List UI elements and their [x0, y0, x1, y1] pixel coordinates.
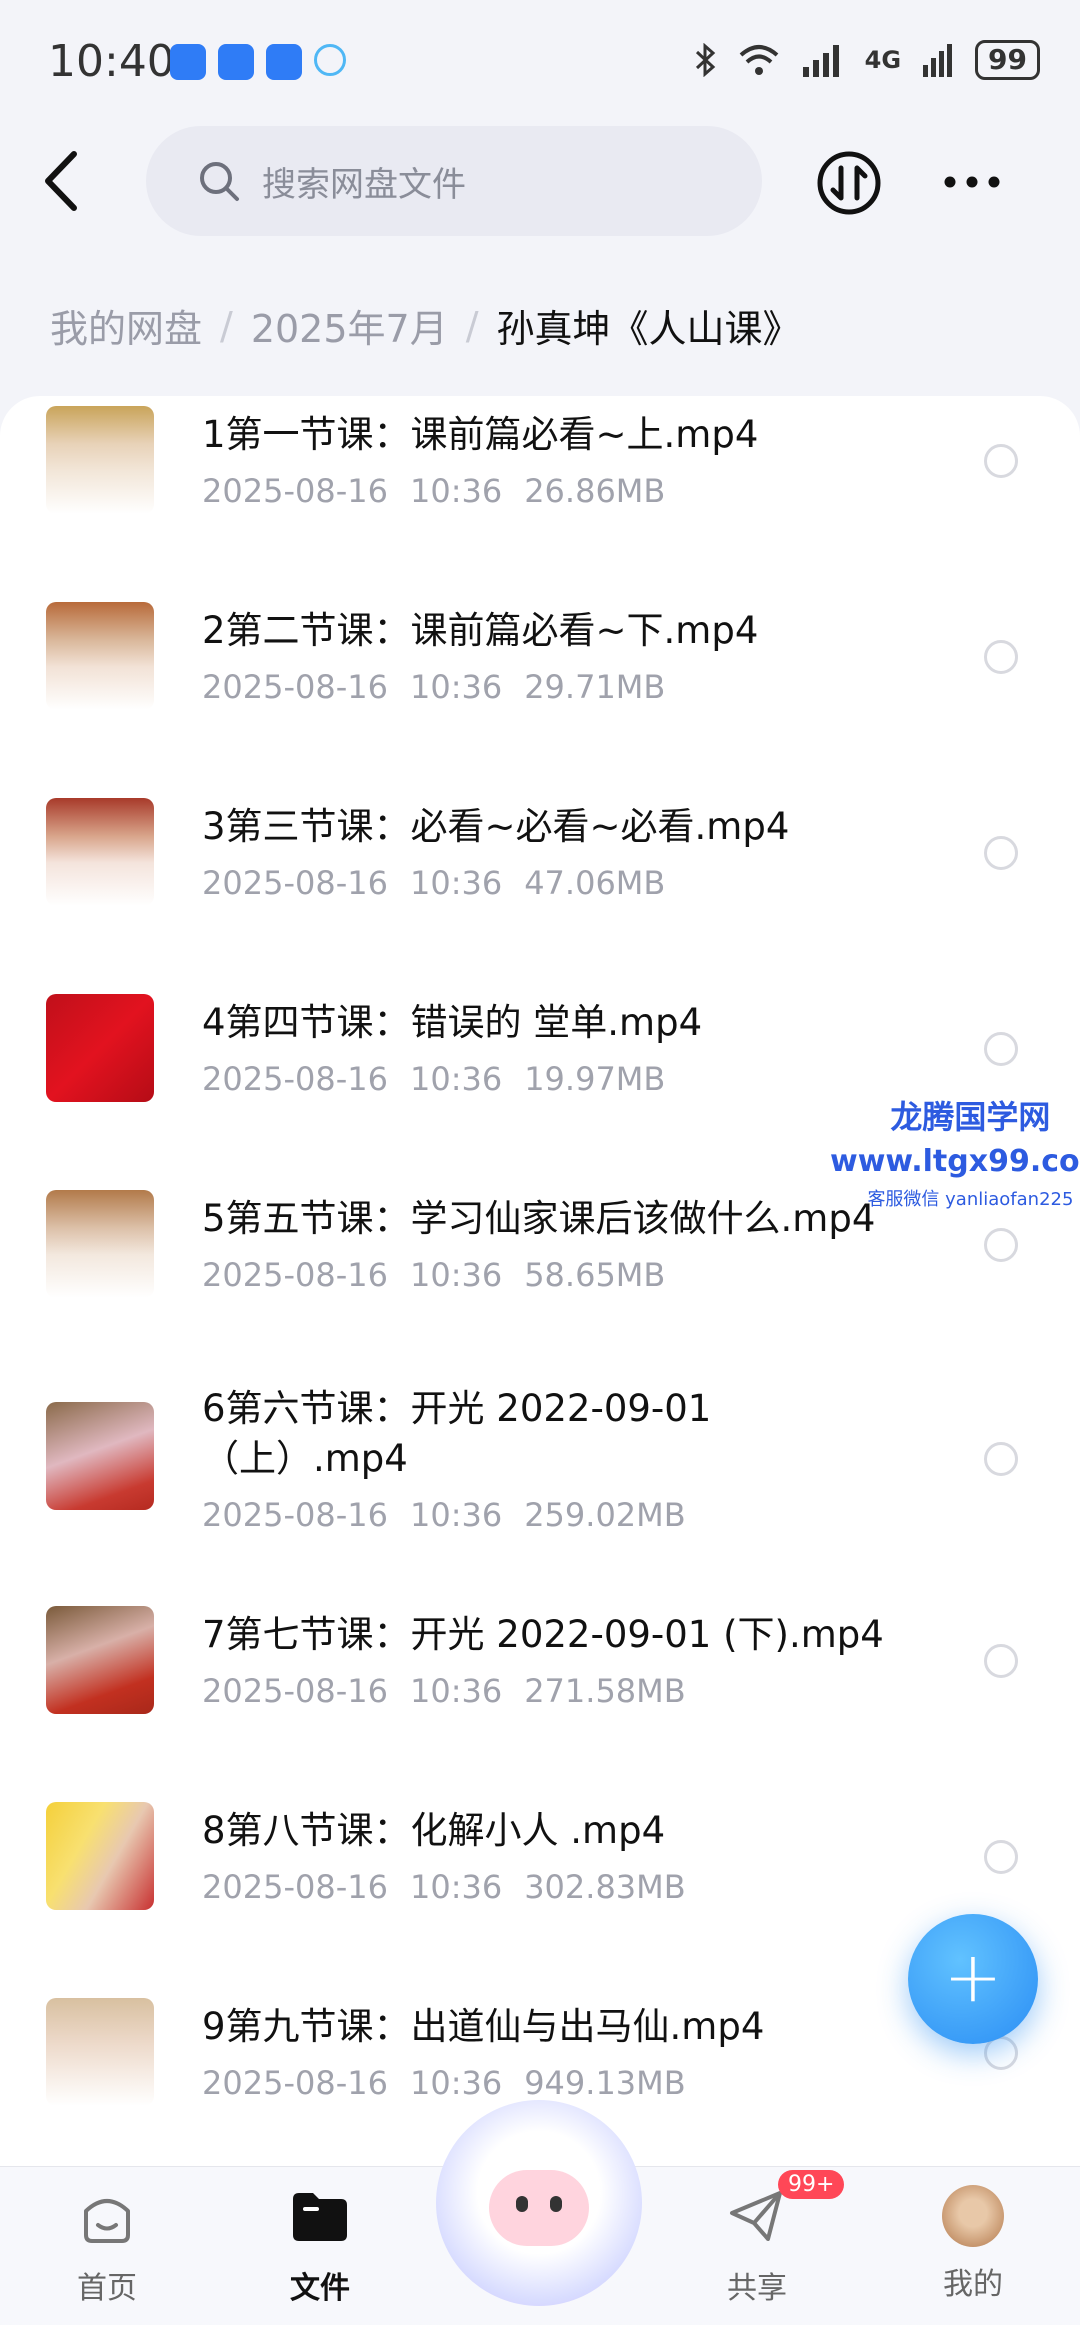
mascot-face-icon	[489, 2170, 589, 2246]
app-notification-icon	[314, 44, 346, 76]
breadcrumb-month[interactable]: 2025年7月	[251, 298, 448, 353]
back-arrow-icon[interactable]	[36, 146, 96, 216]
system-status: 4G 99	[695, 40, 1040, 80]
file-meta: 2025-08-16 10:36 26.86MB	[202, 472, 666, 510]
file-meta: 2025-08-16 10:36 271.58MB	[202, 1672, 686, 1710]
file-meta: 2025-08-16 10:36 58.65MB	[202, 1256, 666, 1294]
video-thumbnail	[46, 994, 154, 1102]
video-thumbnail	[46, 798, 154, 906]
nav-me[interactable]: 我的	[908, 2185, 1038, 2303]
folder-icon	[293, 2193, 347, 2241]
notification-icons	[170, 44, 346, 80]
file-meta: 2025-08-16 10:36 19.97MB	[202, 1060, 666, 1098]
select-radio[interactable]	[984, 444, 1018, 478]
file-name: 2第二节课：课前篇必看~下.mp4	[202, 609, 759, 652]
signal-icon	[802, 45, 839, 77]
status-time: 10:40	[48, 36, 175, 87]
search-icon	[200, 162, 239, 201]
video-thumbnail	[46, 1190, 154, 1298]
assistant-mascot-button[interactable]	[436, 2100, 642, 2306]
mascot-eye	[550, 2196, 562, 2212]
app-notification-icon	[218, 44, 254, 80]
nav-files[interactable]: 文件	[255, 2185, 385, 2307]
paper-plane-icon	[730, 2191, 782, 2241]
nav-files-label: 文件	[290, 2271, 350, 2306]
bluetooth-icon	[695, 43, 715, 77]
plus-icon: +	[943, 1936, 1003, 2018]
mascot-eye	[516, 2196, 528, 2212]
file-list: 1第一节课：课前篇必看~上.mp4 2025-08-16 10:36 26.86MB…	[0, 396, 1080, 2166]
more-options-icon[interactable]	[942, 170, 1002, 194]
file-meta: 2025-08-16 10:36 949.13MB	[202, 2064, 686, 2102]
file-name: 4第四节课：错误的 堂单.mp4	[202, 1001, 703, 1044]
file-name: 8第八节课：化解小人 .mp4	[202, 1809, 666, 1852]
file-row[interactable]: 1第一节课：课前篇必看~上.mp4 2025-08-16 10:36 26.86MB	[0, 396, 1080, 592]
app-notification-icon	[170, 44, 206, 80]
nav-me-label: 我的	[943, 2267, 1003, 2302]
select-radio[interactable]	[984, 1442, 1018, 1476]
file-name: 5第五节课：学习仙家课后该做什么.mp4	[202, 1197, 876, 1240]
breadcrumb: 我的网盘 / 2025年7月 / 孙真坤《人山课》	[50, 298, 801, 353]
nav-share-label: 共享	[727, 2271, 787, 2306]
video-thumbnail	[46, 1998, 154, 2106]
select-radio[interactable]	[984, 1228, 1018, 1262]
watermark: 龙腾国学网 www.ltgx99.com 客服微信 yanliaofan225	[830, 1092, 1080, 1211]
watermark-title: 龙腾国学网	[890, 1098, 1051, 1136]
battery-indicator: 99	[975, 40, 1040, 80]
file-row[interactable]: 3第三节课：必看~必看~必看.mp4 2025-08-16 10:36 47.06M…	[0, 788, 1080, 984]
breadcrumb-current: 孙真坤《人山课》	[496, 307, 801, 351]
breadcrumb-separator: /	[465, 303, 479, 348]
file-meta: 2025-08-16 10:36 47.06MB	[202, 864, 666, 902]
select-radio[interactable]	[984, 836, 1018, 870]
select-radio[interactable]	[984, 640, 1018, 674]
select-radio[interactable]	[984, 1840, 1018, 1874]
signal-icon-2	[923, 44, 953, 77]
add-button[interactable]: +	[908, 1914, 1038, 2044]
nav-home-label: 首页	[77, 2271, 137, 2306]
file-meta: 2025-08-16 10:36 29.71MB	[202, 668, 666, 706]
breadcrumb-root[interactable]: 我的网盘	[50, 298, 202, 353]
app-notification-icon	[266, 44, 302, 80]
home-icon	[84, 2199, 130, 2243]
select-radio[interactable]	[984, 1644, 1018, 1678]
nav-home[interactable]: 首页	[42, 2185, 172, 2307]
file-name: 9第九节课：出道仙与出马仙.mp4	[202, 2005, 765, 2048]
network-type: 4G	[864, 46, 902, 74]
video-thumbnail	[46, 1402, 154, 1510]
file-row[interactable]: 7第七节课：开光 2022-09-01 (下).mp4 2025-08-16 10…	[0, 1596, 1080, 1792]
file-row[interactable]: 6第六节课：开光 2022-09-01（上）.mp4 2025-08-16 10:…	[0, 1376, 1080, 1596]
search-placeholder: 搜索网盘文件	[262, 164, 466, 205]
file-meta: 2025-08-16 10:36 302.83MB	[202, 1868, 686, 1906]
transfer-icon[interactable]	[816, 150, 882, 216]
file-row[interactable]: 2第二节课：课前篇必看~下.mp4 2025-08-16 10:36 29.71MB	[0, 592, 1080, 788]
file-name: 1第一节课：课前篇必看~上.mp4	[202, 413, 759, 456]
search-input[interactable]: 搜索网盘文件	[146, 126, 762, 236]
file-meta: 2025-08-16 10:36 259.02MB	[202, 1496, 686, 1534]
file-name: 3第三节课：必看~必看~必看.mp4	[202, 805, 790, 848]
video-thumbnail	[46, 1802, 154, 1910]
avatar	[942, 2185, 1004, 2247]
video-thumbnail	[46, 602, 154, 710]
select-radio[interactable]	[984, 1032, 1018, 1066]
wifi-icon	[739, 45, 778, 75]
share-count-badge: 99+	[778, 2170, 845, 2199]
file-name: 7第七节课：开光 2022-09-01 (下).mp4	[202, 1613, 884, 1656]
watermark-contact: 客服微信 yanliaofan225	[867, 1189, 1074, 1210]
file-name: 6第六节课：开光 2022-09-01（上）.mp4	[202, 1387, 712, 1480]
nav-share[interactable]: 共享	[692, 2185, 822, 2307]
watermark-url: www.ltgx99.com	[830, 1144, 1080, 1179]
status-bar: 10:40 4G 99	[0, 0, 1080, 120]
breadcrumb-separator: /	[220, 303, 233, 348]
video-thumbnail	[46, 1606, 154, 1714]
video-thumbnail	[46, 406, 154, 514]
